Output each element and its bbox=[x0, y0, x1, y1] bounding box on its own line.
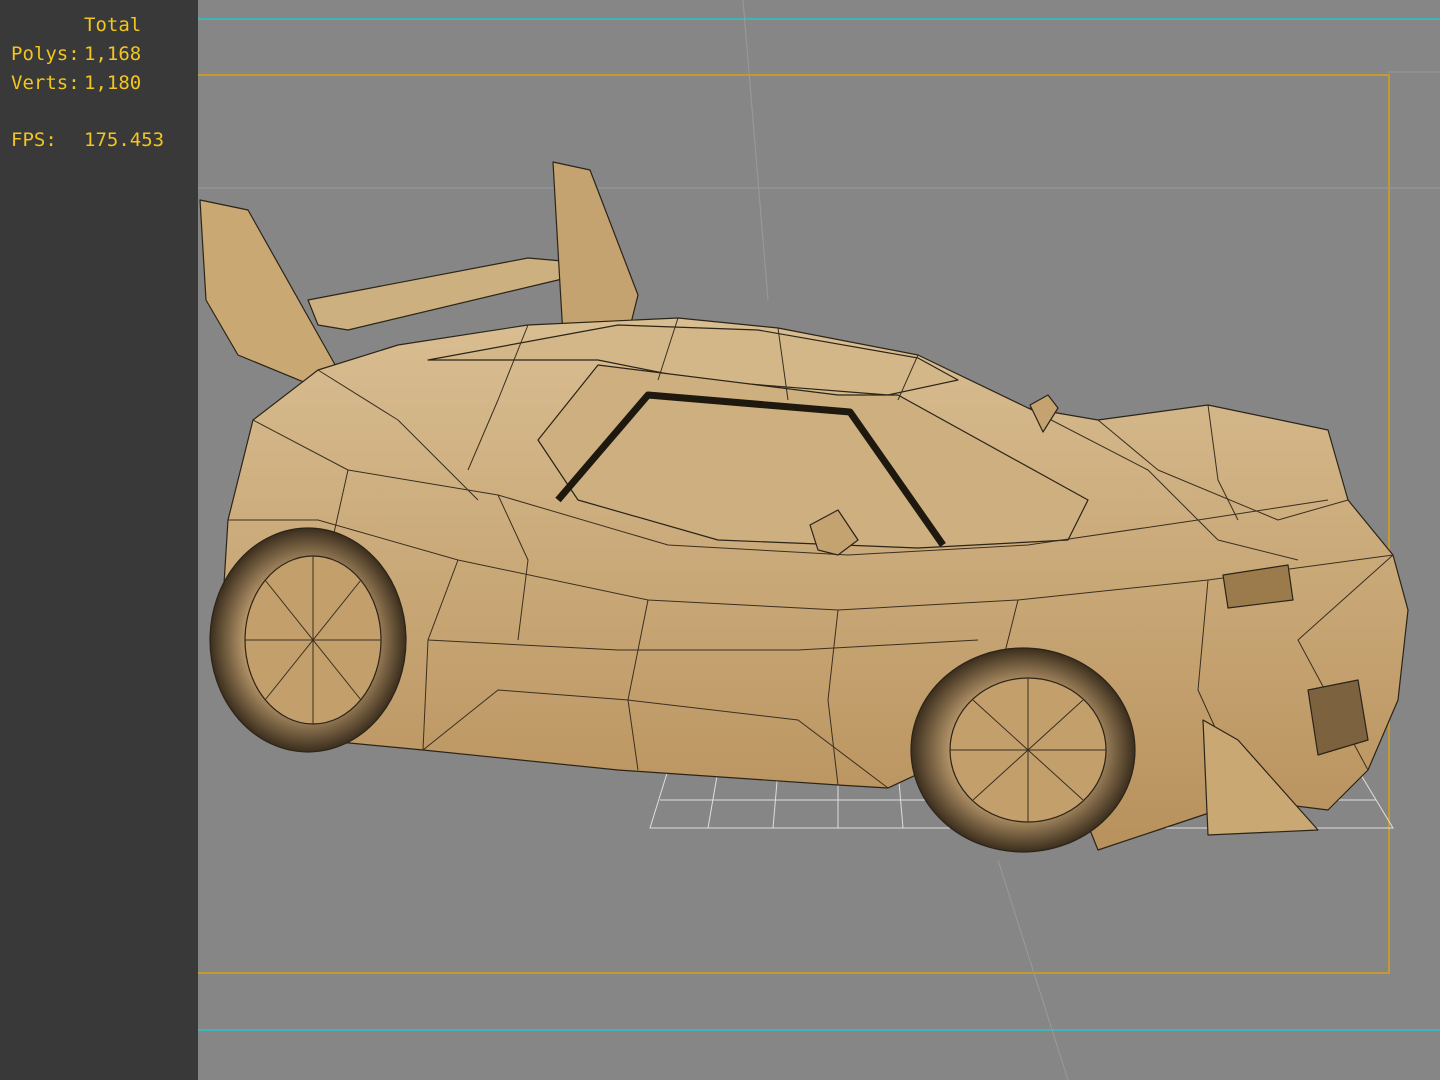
stats-fps-label: FPS: bbox=[11, 129, 57, 151]
stats-polys-label: Polys: bbox=[11, 43, 80, 65]
rear-wheel bbox=[209, 527, 407, 753]
stats-verts-label: Verts: bbox=[11, 72, 80, 94]
wing-left-upright bbox=[199, 199, 339, 393]
front-wheel bbox=[910, 647, 1136, 853]
stats-total-header: Total bbox=[84, 14, 142, 36]
scene-render[interactable] bbox=[198, 0, 1440, 1080]
stats-verts-value: 1,180 bbox=[84, 72, 142, 94]
scene-statistics-panel: Total Polys: 1,168 Verts: 1,180 FPS: 175… bbox=[0, 0, 198, 1080]
stats-polys-value: 1,168 bbox=[84, 43, 142, 65]
stats-fps-value: 175.453 bbox=[84, 129, 165, 151]
perspective-viewport[interactable] bbox=[198, 0, 1440, 1080]
car-mesh[interactable] bbox=[199, 161, 1409, 853]
